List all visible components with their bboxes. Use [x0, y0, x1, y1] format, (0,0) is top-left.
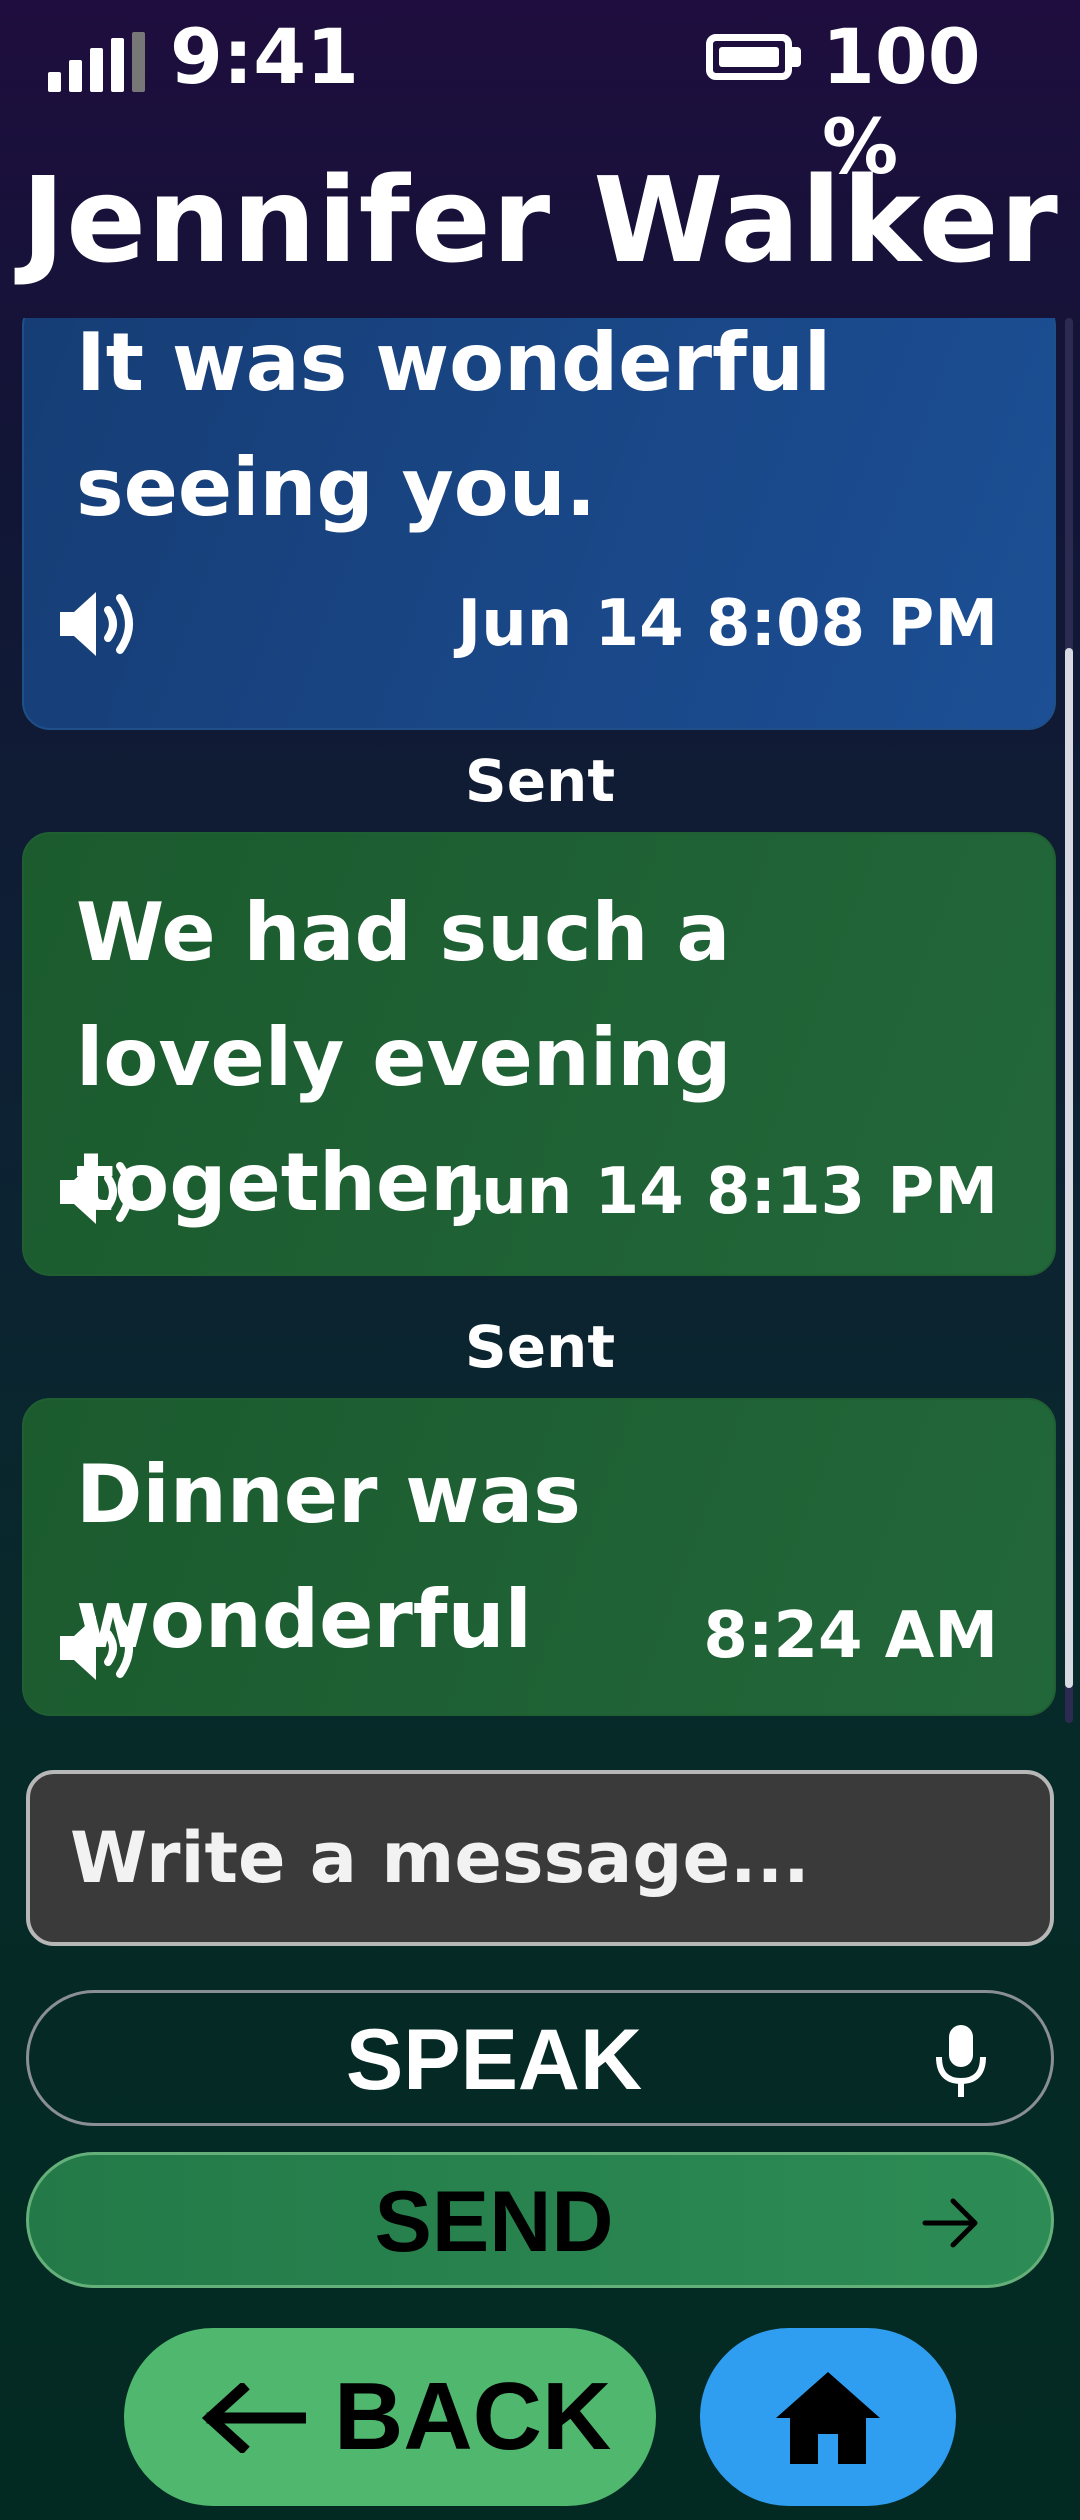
send-button-label: SEND	[374, 2174, 614, 2270]
message-input[interactable]	[26, 1770, 1054, 1946]
message-bubble-sent: We had such a lovely evening together. J…	[22, 832, 1056, 1276]
send-button[interactable]: SEND	[26, 2152, 1054, 2288]
message-bubble-received: It was wonderful seeing you. Jun 14 8:08…	[22, 318, 1056, 730]
signal-icon	[48, 32, 145, 92]
sent-status-label: Sent	[464, 747, 616, 815]
scrollbar[interactable]	[1062, 318, 1076, 1723]
speaker-icon[interactable]	[56, 1152, 144, 1232]
message-timestamp: Jun 14 8:13 PM	[457, 1155, 998, 1229]
status-time: 9:41	[170, 12, 360, 101]
speak-button[interactable]: SPEAK	[26, 1990, 1054, 2126]
microphone-icon	[931, 2023, 991, 2099]
battery-icon	[706, 34, 802, 80]
contact-name: Jennifer Walker	[21, 151, 1059, 289]
speaker-icon[interactable]	[56, 1608, 144, 1688]
message-list[interactable]: It was wonderful seeing you. Jun 14 8:08…	[0, 318, 1080, 1723]
speak-button-label: SPEAK	[345, 2012, 643, 2108]
scrollbar-thumb[interactable]	[1065, 648, 1073, 1688]
message-timestamp: 8:24 AM	[703, 1599, 998, 1673]
home-button[interactable]	[700, 2328, 956, 2506]
arrow-right-icon	[921, 2195, 981, 2251]
sent-status-label: Sent	[464, 1313, 616, 1381]
speaker-icon[interactable]	[56, 584, 144, 664]
back-button-label: BACK	[334, 2363, 612, 2470]
back-button[interactable]: BACK	[124, 2328, 656, 2506]
message-text: It was wonderful seeing you.	[76, 318, 832, 534]
home-icon	[772, 2368, 884, 2468]
arrow-left-icon	[201, 2381, 308, 2455]
message-timestamp: Jun 14 8:08 PM	[457, 587, 998, 661]
message-bubble-sent: Dinner was wonderful 8:24 AM	[22, 1398, 1056, 1716]
status-bar: 9:41 100 %	[0, 0, 1080, 191]
